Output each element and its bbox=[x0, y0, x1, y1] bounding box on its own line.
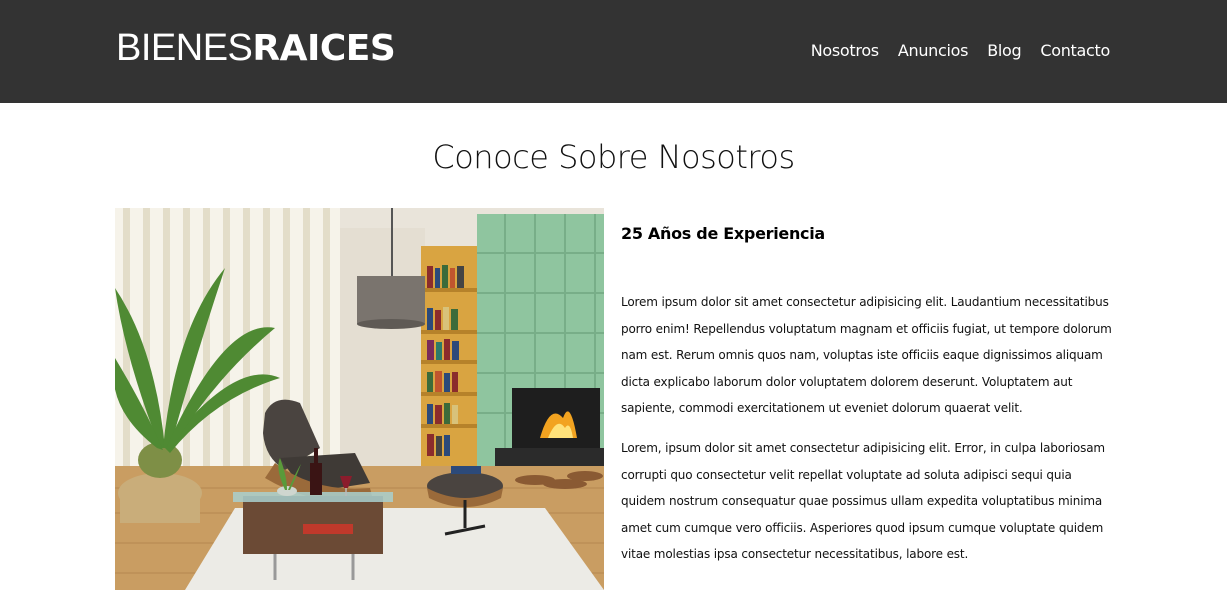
nav-link-blog[interactable]: Blog bbox=[987, 40, 1021, 62]
site-header: BIENESRAICES Nosotros Anuncios Blog Cont… bbox=[0, 0, 1227, 103]
nav-link-nosotros[interactable]: Nosotros bbox=[811, 40, 879, 62]
nav-link-anuncios[interactable]: Anuncios bbox=[898, 40, 969, 62]
site-logo[interactable]: BIENESRAICES bbox=[116, 26, 396, 70]
nav-link-contacto[interactable]: Contacto bbox=[1040, 40, 1110, 62]
living-room-image bbox=[115, 208, 604, 590]
section-title: Conoce Sobre Nosotros bbox=[432, 138, 795, 176]
about-paragraph-1: Lorem ipsum dolor sit amet consectetur a… bbox=[621, 295, 1112, 416]
logo-bold-text: RAICES bbox=[252, 28, 396, 69]
about-text: 25 Años de Experiencia Lorem ipsum dolor… bbox=[621, 222, 1113, 568]
about-paragraph-2: Lorem, ipsum dolor sit amet consectetur … bbox=[621, 440, 1105, 562]
about-heading: 25 Años de Experiencia bbox=[621, 224, 825, 243]
logo-light-text: BIENES bbox=[116, 27, 253, 69]
main-nav: Nosotros Anuncios Blog Contacto bbox=[811, 40, 1111, 62]
